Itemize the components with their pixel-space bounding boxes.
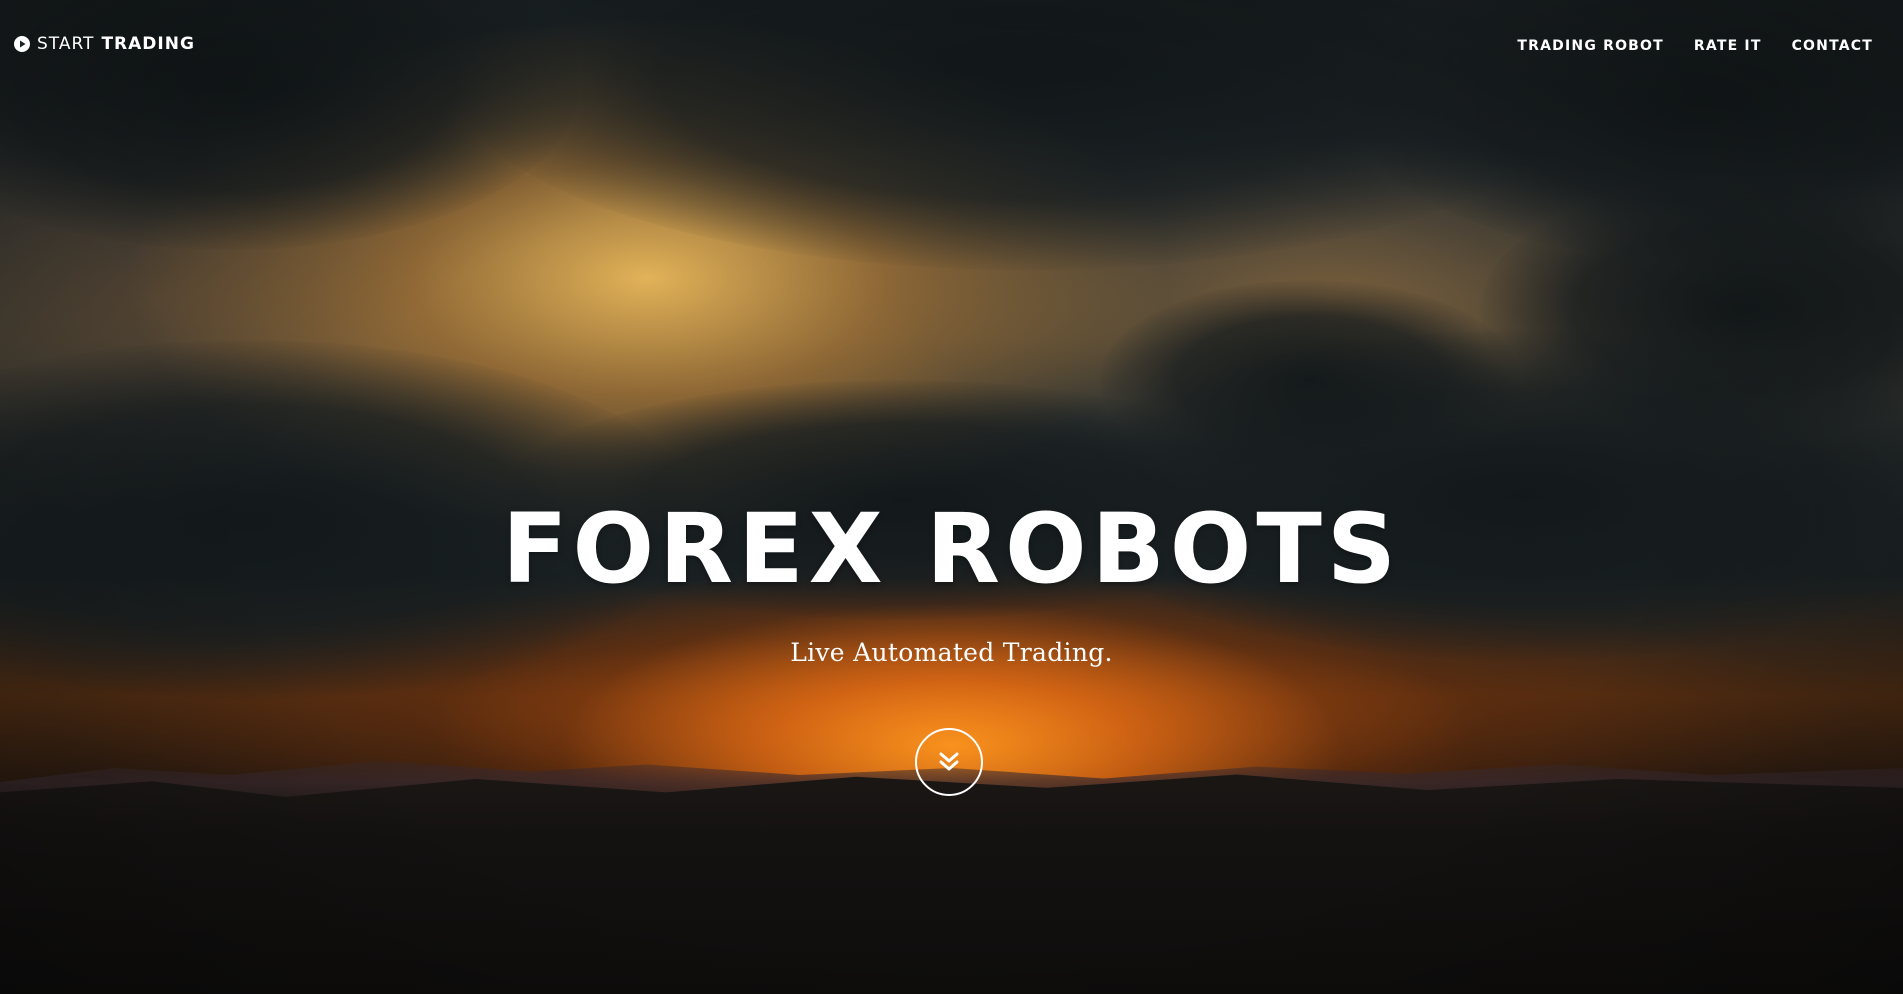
nav-item: CONTACT	[1792, 37, 1873, 55]
brand-text-first: START	[37, 34, 95, 54]
nav-link-contact[interactable]: CONTACT	[1792, 38, 1873, 54]
hero-title: FOREX ROBOTS	[501, 493, 1402, 605]
background-cloud	[1100, 280, 1520, 480]
scroll-down-button[interactable]	[915, 728, 983, 796]
brand-link[interactable]: START TRADING	[14, 34, 195, 54]
top-navbar: START TRADING TRADING ROBOT RATE IT CONT…	[0, 0, 1903, 90]
foreground-landscape	[0, 774, 1903, 994]
hero-content: FOREX ROBOTS Live Automated Trading.	[0, 494, 1903, 668]
nav-item: RATE IT	[1694, 37, 1762, 55]
nav-link-rate-it[interactable]: RATE IT	[1694, 38, 1762, 54]
background-cloud	[1480, 180, 1903, 440]
play-circle-icon	[14, 36, 30, 52]
brand-text-second: TRADING	[101, 34, 195, 54]
hero-section: START TRADING TRADING ROBOT RATE IT CONT…	[0, 0, 1903, 994]
nav-item: TRADING ROBOT	[1517, 37, 1663, 55]
nav-menu: TRADING ROBOT RATE IT CONTACT	[1517, 37, 1873, 55]
nav-link-trading-robot[interactable]: TRADING ROBOT	[1517, 38, 1663, 54]
hero-subtitle: Live Automated Trading.	[790, 638, 1113, 667]
double-chevron-down-icon	[939, 752, 959, 771]
